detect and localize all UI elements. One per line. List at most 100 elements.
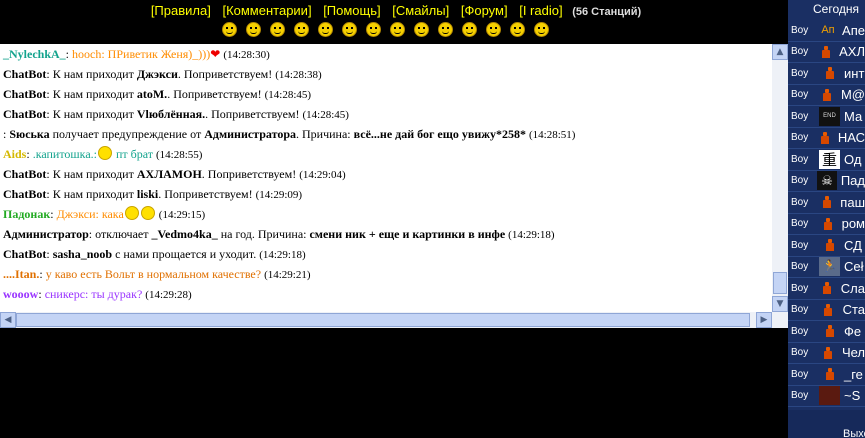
user-name[interactable]: Од [844, 152, 861, 167]
help-link[interactable]: [Помощь] [323, 3, 380, 18]
user-name[interactable]: АХЛ [839, 44, 865, 59]
horizontal-scroll-thumb[interactable] [16, 313, 750, 327]
message-author[interactable]: ChatBot [3, 107, 46, 121]
avatar: 重 [819, 149, 840, 169]
smile-icon[interactable] [510, 22, 525, 37]
forum-link[interactable]: [Форум] [461, 3, 508, 18]
user-name[interactable]: НАС [838, 130, 865, 145]
cool-icon[interactable] [366, 22, 381, 37]
user-gender: Boy [791, 24, 809, 36]
user-row[interactable]: Boy ром [788, 214, 865, 235]
user-row[interactable]: Boy АХЛ [788, 42, 865, 63]
user-name[interactable]: ром [842, 216, 865, 231]
smile-icon[interactable] [246, 22, 261, 37]
user-name[interactable]: _ге [844, 367, 863, 382]
chat-message: ChatBot: sasha_noob с нами прощается и у… [0, 244, 772, 264]
chat-message: ChatBot: К нам приходит АХЛАМОН. Поприве… [0, 164, 772, 184]
user-name[interactable]: M@ [841, 87, 865, 102]
smile-icon[interactable] [318, 22, 333, 37]
message-author[interactable]: Aids [3, 147, 26, 161]
chat-message: ChatBot: К нам приходит Джэкси. Попривет… [0, 64, 772, 84]
message-timestamp: (14:29:18) [508, 229, 555, 241]
user-row[interactable]: Boy 🏃 Сеł [788, 257, 865, 278]
smile-icon[interactable] [390, 22, 405, 37]
user-name[interactable]: Чел [842, 345, 865, 360]
user-name[interactable]: Ма [844, 109, 862, 124]
grin-icon[interactable] [294, 22, 309, 37]
user-row[interactable]: Boy _ге [788, 364, 865, 386]
smile-icon[interactable] [414, 22, 429, 37]
message-text: Джэкси: кака [56, 207, 124, 221]
message-highlight: atoM. [136, 87, 168, 101]
radio-link[interactable]: [I radio] [519, 3, 562, 18]
user-name[interactable]: Апе [842, 23, 865, 38]
user-row[interactable]: Boy Чел [788, 343, 865, 364]
user-row[interactable]: Boy Ап Апе [788, 20, 865, 42]
message-input-area[interactable] [0, 328, 788, 438]
user-row[interactable]: Boy 重 Од [788, 149, 865, 171]
message-author[interactable]: Падонак [3, 207, 50, 221]
comments-link[interactable]: [Комментарии] [222, 3, 311, 18]
message-highlight: _Vedmo4ka_ [151, 227, 218, 241]
user-row[interactable]: Boy ☠ Пад [788, 171, 865, 192]
user-name[interactable]: Пад [841, 173, 865, 188]
user-name[interactable]: Сла [841, 281, 865, 296]
smile-icon[interactable] [222, 22, 237, 37]
scroll-right-button[interactable]: ▶ [756, 312, 772, 328]
user-name[interactable]: инт [844, 66, 864, 81]
message-author[interactable]: ChatBot [3, 87, 46, 101]
exit-link[interactable]: Выход [843, 428, 865, 438]
rules-link[interactable]: [Правила] [151, 3, 211, 18]
heart-icon: ❤ [210, 47, 221, 61]
user-list-footer: Выход [788, 410, 865, 438]
message-text: . Поприветствуем! [167, 87, 265, 101]
scroll-up-button[interactable]: ▲ [772, 44, 788, 60]
scroll-down-button[interactable]: ▼ [772, 296, 788, 312]
message-author[interactable]: ChatBot [3, 67, 46, 81]
message-author[interactable]: ChatBot [3, 167, 46, 181]
person-icon [823, 88, 832, 101]
user-row[interactable]: Boy Ста [788, 300, 865, 321]
smile-icon[interactable] [462, 22, 477, 37]
chat-message: Администратор: отключает _Vedmo4ka_ на г… [0, 224, 772, 244]
horizontal-scrollbar[interactable]: ◀ ▶ [0, 312, 788, 328]
user-name[interactable]: Сеł [844, 259, 864, 274]
user-row[interactable]: Boy M@ [788, 85, 865, 106]
user-row[interactable]: Boy ~S [788, 386, 865, 407]
message-author[interactable]: _NylechkA_ [3, 47, 66, 61]
user-name[interactable]: СД [844, 238, 862, 253]
message-timestamp: (14:29:15) [158, 209, 206, 221]
message-highlight: sasha_noob [52, 247, 113, 261]
smile-icon [97, 146, 112, 160]
message-author[interactable]: ChatBot [3, 247, 46, 261]
user-row[interactable]: Boy паш [788, 192, 865, 214]
user-row[interactable]: Boy END Ма [788, 106, 865, 128]
user-row[interactable]: Boy СД [788, 235, 865, 257]
message-author[interactable]: wooow [3, 287, 38, 301]
user-row[interactable]: Boy инт [788, 63, 865, 85]
user-name[interactable]: Ста [843, 302, 865, 317]
smile-icon[interactable] [438, 22, 453, 37]
message-highlight: Sюська [9, 127, 50, 141]
user-row[interactable]: Boy НАС [788, 128, 865, 149]
user-gender: Boy [791, 46, 809, 58]
smile-icon[interactable] [270, 22, 285, 37]
avatar: END [819, 106, 840, 126]
smile-icon[interactable] [486, 22, 501, 37]
scroll-left-button[interactable]: ◀ [0, 312, 16, 328]
message-author[interactable]: ....Itan. [3, 267, 39, 281]
person-icon [821, 45, 830, 58]
smiles-link[interactable]: [Смайлы] [392, 3, 449, 18]
vertical-scroll-thumb[interactable] [773, 272, 787, 294]
user-name[interactable]: Фе [844, 324, 861, 339]
user-name[interactable]: ~S [844, 388, 860, 403]
smile-icon[interactable] [534, 22, 549, 37]
user-row[interactable]: Boy Сла [788, 278, 865, 300]
vertical-scrollbar[interactable]: ▲ ▼ [772, 44, 788, 312]
smile-icon[interactable] [342, 22, 357, 37]
user-gender: Boy [791, 218, 809, 230]
message-author[interactable]: Администратор [3, 227, 89, 241]
user-name[interactable]: паш [840, 195, 865, 210]
user-row[interactable]: Boy Фе [788, 321, 865, 343]
message-author[interactable]: ChatBot [3, 187, 46, 201]
